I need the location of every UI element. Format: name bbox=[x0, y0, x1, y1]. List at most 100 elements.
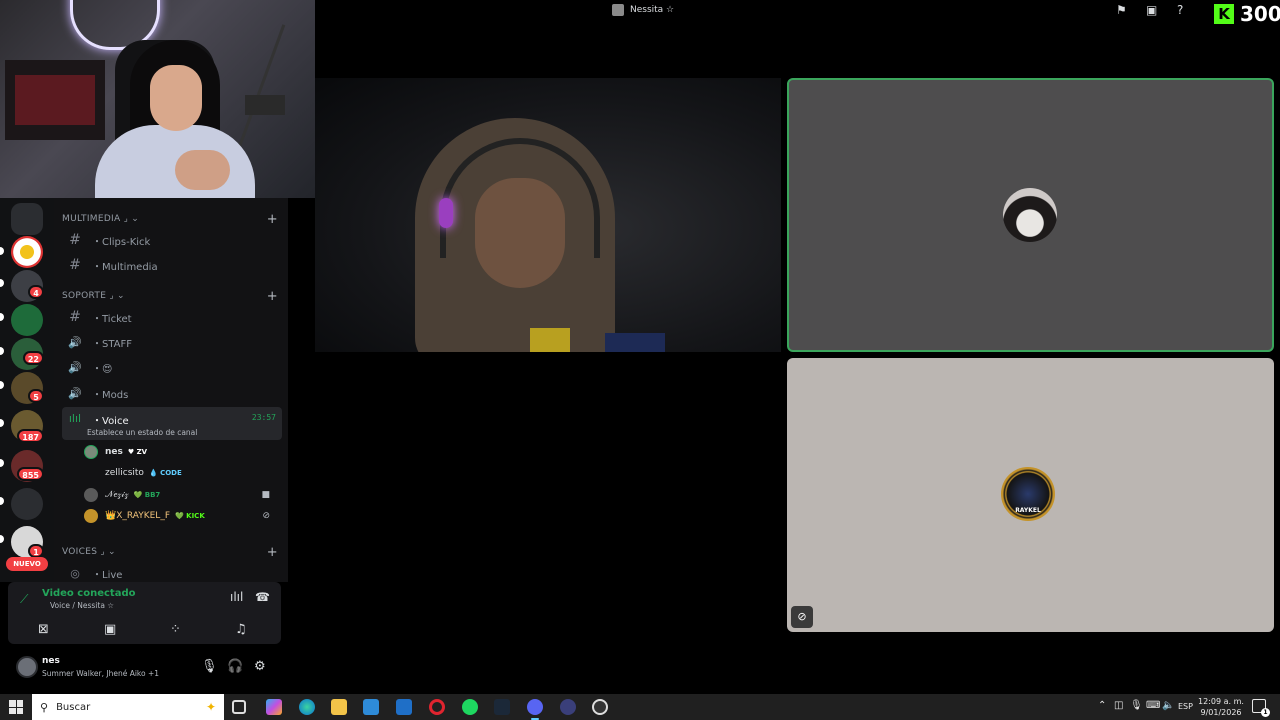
channel-mods[interactable]: 🔊 ・Mods bbox=[62, 382, 282, 404]
app-tray-icon[interactable]: ◫ bbox=[1114, 700, 1123, 711]
flag-icon[interactable]: ⚑ bbox=[1116, 3, 1127, 17]
mail-icon[interactable] bbox=[396, 699, 412, 715]
member-name: nes bbox=[105, 447, 123, 457]
participant-avatar bbox=[1003, 188, 1057, 242]
taskbar-search[interactable]: ⚲ Buscar ✦ bbox=[32, 694, 224, 720]
soundboard-icon[interactable]: ♫ bbox=[235, 622, 247, 637]
microphone-icon[interactable]: 🎙 bbox=[201, 659, 218, 674]
voice-channel-path[interactable]: Voice / Nessita ☆ bbox=[50, 601, 114, 610]
channel-name: ・Ticket bbox=[92, 313, 132, 325]
call-title: Nessita ☆ bbox=[612, 4, 674, 16]
add-channel-icon[interactable]: + bbox=[267, 289, 278, 304]
microphone-tray-icon[interactable]: 🎙 bbox=[1130, 700, 1143, 711]
kick-logo-icon: K bbox=[1214, 4, 1234, 24]
text-channel-icon: # bbox=[69, 232, 81, 248]
taskbar-clock[interactable]: 12:09 a. m. 9/01/2026 bbox=[1198, 696, 1244, 718]
spotify-icon[interactable] bbox=[462, 699, 478, 715]
text-channel-icon: # bbox=[69, 309, 81, 325]
notification-center-icon[interactable]: 1 bbox=[1252, 699, 1270, 717]
category-voices[interactable]: VOICES ⌟ ⌄ + bbox=[62, 544, 284, 560]
discord-icon[interactable] bbox=[527, 699, 543, 720]
video-tile-speaking[interactable] bbox=[787, 78, 1274, 352]
noise-suppression-icon[interactable]: ılıl bbox=[230, 590, 243, 604]
channel-emoji[interactable]: 🔊 ・😍 bbox=[62, 356, 282, 378]
activities-icon[interactable]: ⁘ bbox=[170, 622, 181, 637]
user-name[interactable]: nes bbox=[42, 656, 60, 666]
category-label: SOPORTE ⌟ ⌄ bbox=[62, 291, 125, 301]
headphone-light bbox=[439, 198, 453, 228]
file-explorer-icon[interactable] bbox=[331, 699, 347, 715]
channel-voice[interactable]: ılıl ・Voice 23:57 Establece un estado de… bbox=[62, 407, 282, 440]
search-placeholder: Buscar bbox=[56, 701, 91, 713]
volume-icon[interactable]: 🔈 bbox=[1162, 700, 1174, 711]
mention-badge: 1 bbox=[28, 544, 44, 558]
store-icon[interactable] bbox=[363, 699, 379, 715]
start-button[interactable] bbox=[9, 700, 23, 714]
task-view-icon[interactable] bbox=[232, 700, 246, 714]
channel-multimedia[interactable]: # ・Multimedia bbox=[62, 254, 282, 276]
screen-share-icon[interactable]: ▣ bbox=[1146, 3, 1157, 17]
help-icon[interactable]: ? bbox=[1177, 3, 1183, 17]
camera-off-icon[interactable]: ⊠ bbox=[38, 622, 49, 637]
mention-badge: 187 bbox=[17, 429, 44, 443]
app-icon[interactable] bbox=[560, 699, 576, 715]
unread-pill bbox=[0, 381, 4, 389]
voice-member[interactable]: zellicsito 💧 CODE bbox=[84, 463, 278, 483]
unread-pill bbox=[0, 247, 4, 255]
voice-member[interactable]: 👑X_RAYKEL_F 💚 KICK ⊘ bbox=[84, 506, 278, 526]
category-label: VOICES ⌟ ⌄ bbox=[62, 547, 116, 557]
headphones-icon[interactable]: 🎧 bbox=[227, 659, 243, 674]
screen-share-button-icon[interactable]: ▣ bbox=[104, 622, 116, 637]
channel-name: ・Multimedia bbox=[92, 261, 158, 273]
search-highlight-icon: ✦ bbox=[205, 700, 216, 714]
voice-status-title[interactable]: Video conectado bbox=[42, 588, 135, 599]
voice-member[interactable]: nes ♥ ZV bbox=[84, 442, 278, 462]
member-tag: 💚 BB7 bbox=[133, 491, 161, 499]
copilot-icon[interactable] bbox=[266, 699, 282, 715]
server-icon[interactable] bbox=[11, 488, 43, 520]
mention-badge: 4 bbox=[28, 285, 44, 299]
category-soporte[interactable]: SOPORTE ⌟ ⌄ + bbox=[62, 288, 284, 304]
voice-member[interactable]: 𝒩𝑒𝓏𝒾𝓏 💚 BB7 ■ bbox=[84, 485, 278, 505]
server-icon[interactable] bbox=[11, 304, 43, 336]
windows-taskbar: ⚲ Buscar ✦ ⌃ ◫ 🎙 ⌨ 🔈 ESP 12:09 a. m. 9/0… bbox=[0, 694, 1280, 720]
member-tag: 💧 CODE bbox=[148, 469, 182, 477]
channel-clips-kick[interactable]: # ・Clips-Kick bbox=[62, 229, 282, 251]
category-multimedia[interactable]: MULTIMEDIA ⌟ ⌄ + bbox=[62, 211, 284, 227]
language-indicator[interactable]: ESP bbox=[1178, 702, 1193, 711]
video-tile-main[interactable] bbox=[315, 78, 781, 352]
user-activity: Summer Walker, Jhené Aiko +1 bbox=[42, 669, 160, 678]
speaker-icon: 🔊 bbox=[68, 360, 82, 374]
settings-gear-icon[interactable]: ⚙ bbox=[254, 659, 266, 674]
video-camera-icon: ■ bbox=[261, 490, 270, 500]
channel-live[interactable]: ◎ ・Live bbox=[62, 562, 282, 582]
add-channel-icon[interactable]: + bbox=[267, 545, 278, 560]
steam-icon[interactable] bbox=[494, 699, 510, 715]
obs-icon[interactable] bbox=[592, 699, 608, 715]
network-icon[interactable]: ⌨ bbox=[1146, 700, 1160, 711]
notification-count: 1 bbox=[1261, 708, 1270, 717]
unread-pill bbox=[0, 279, 4, 287]
muted-mic-icon: ⊘ bbox=[791, 606, 813, 628]
channel-status[interactable]: Establece un estado de canal bbox=[87, 428, 197, 437]
video-tile-participant[interactable]: RAYKEL ⊘ bbox=[787, 358, 1274, 632]
add-channel-icon[interactable]: + bbox=[267, 212, 278, 227]
disconnect-icon[interactable]: ☎ bbox=[255, 590, 270, 604]
clock-time: 12:09 a. m. bbox=[1198, 697, 1244, 706]
channel-name: ・😍 bbox=[92, 363, 113, 375]
chevron-up-icon[interactable]: ⌃ bbox=[1098, 700, 1106, 711]
avatar[interactable] bbox=[16, 656, 38, 678]
edge-icon[interactable] bbox=[299, 699, 315, 715]
member-tag: ♥ ZV bbox=[127, 448, 148, 456]
opera-icon[interactable] bbox=[429, 699, 445, 715]
server-icon[interactable] bbox=[11, 236, 43, 268]
channel-name: ・Voice bbox=[92, 416, 129, 427]
server-home[interactable] bbox=[11, 203, 43, 235]
server-rail: 4 22 5 187 855 1 NUEVO bbox=[0, 198, 54, 582]
channel-staff[interactable]: 🔊 ・STAFF bbox=[62, 331, 282, 353]
channel-ticket[interactable]: # ・Ticket bbox=[62, 306, 282, 328]
search-icon: ⚲ bbox=[40, 700, 49, 714]
background-poster bbox=[15, 75, 95, 125]
member-name: 👑X_RAYKEL_F bbox=[105, 511, 170, 521]
category-label: MULTIMEDIA ⌟ ⌄ bbox=[62, 214, 140, 224]
